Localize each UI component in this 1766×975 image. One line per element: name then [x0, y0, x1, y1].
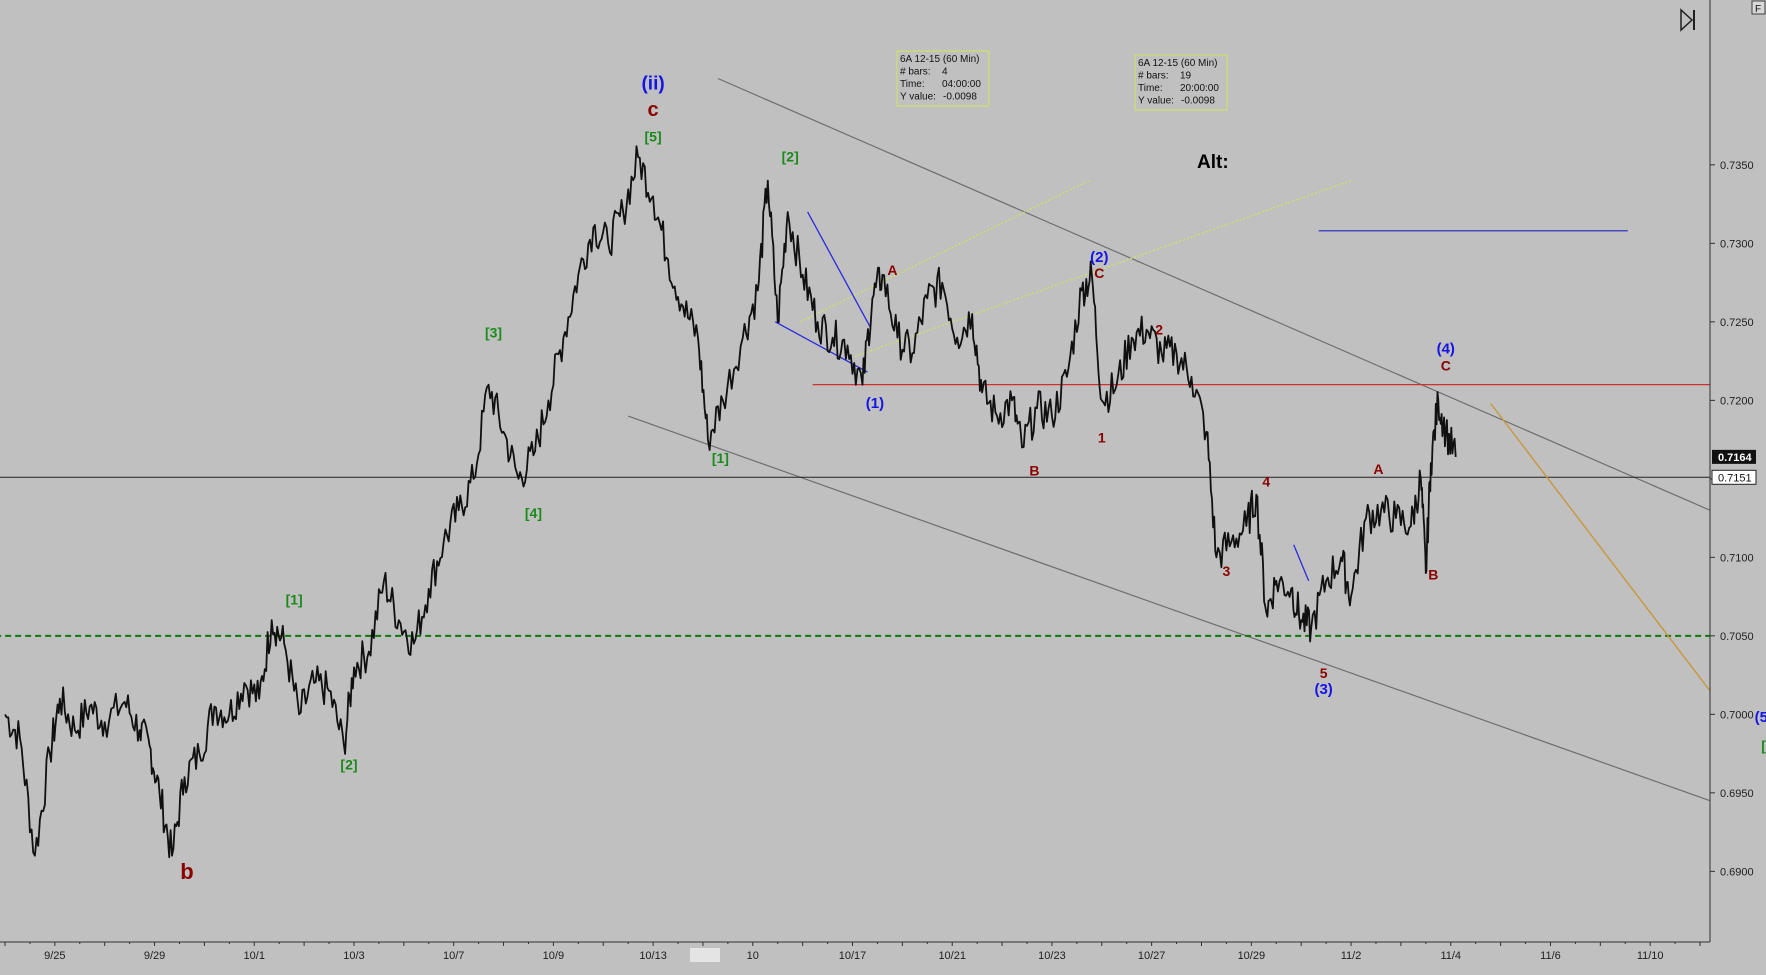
wave-label: (3)	[1314, 681, 1332, 698]
wave-label: [5]	[645, 128, 662, 144]
wave-label: [1]	[712, 450, 729, 466]
alt-label: Alt:	[1197, 152, 1229, 173]
wave-label: [2]	[340, 756, 357, 772]
info-box-value: 20:00:00	[1180, 83, 1219, 94]
price-chart[interactable]: (ii) c [5] [2] A (2) C 2 (1) 1 B [3] [1] [4] [1] [2] b 4 3…	[0, 0, 1766, 970]
wave-label: [3]	[1761, 737, 1766, 753]
time-axis-label: 10/17	[839, 950, 867, 962]
time-axis-label: 10/21	[938, 950, 966, 962]
info-box-label: # bars:	[1138, 71, 1169, 82]
time-axis-label: 10/9	[543, 950, 564, 962]
time-axis-label: 10/13	[639, 950, 667, 962]
wave-label: C	[1094, 265, 1104, 281]
info-box-label: 6A 12-15 (60 Min)	[1138, 58, 1218, 69]
price-axis-label: 0.7050	[1720, 631, 1754, 643]
wave-label: A	[887, 262, 897, 278]
info-box-value: 04:00:00	[942, 79, 981, 90]
wave-label: b	[180, 859, 193, 884]
wave-label: 4	[1262, 474, 1270, 490]
wave-label: A	[1373, 461, 1383, 477]
time-axis-label: 11/2	[1341, 950, 1362, 962]
info-box-value: 4	[942, 67, 948, 78]
time-axis-label: 10/3	[343, 950, 364, 962]
time-axis-label: 11/6	[1540, 950, 1561, 962]
wave-label: [1]	[286, 591, 303, 607]
wave-label: (4)	[1437, 340, 1455, 357]
crosshair-price-label: 0.7151	[1718, 472, 1752, 484]
corner-button-label: F	[1755, 4, 1761, 15]
wave-label: 1	[1098, 430, 1106, 446]
info-box-value: -0.0098	[1181, 96, 1215, 107]
info-box-label: Y value:	[900, 92, 936, 103]
wave-label: 2	[1155, 321, 1163, 337]
wave-label: 3	[1223, 563, 1231, 579]
time-axis-label: 11/10	[1637, 950, 1664, 962]
info-box-label: 6A 12-15 (60 Min)	[900, 54, 980, 65]
info-box-label: Y value:	[1138, 96, 1174, 107]
wave-label: C	[1441, 358, 1451, 374]
price-axis-label: 0.7100	[1720, 552, 1754, 564]
wave-label: [2]	[782, 149, 799, 165]
wave-label: (1)	[866, 395, 884, 412]
price-axis-label: 0.7350	[1720, 160, 1754, 172]
wave-label: [4]	[525, 505, 542, 521]
wave-label: (ii)	[641, 73, 664, 94]
wave-label: B	[1029, 463, 1039, 479]
price-axis-label: 0.7250	[1720, 317, 1754, 329]
price-axis-label: 0.6950	[1720, 788, 1754, 800]
price-axis-label: 0.7000	[1720, 709, 1754, 721]
time-axis-label: 10/29	[1238, 950, 1266, 962]
time-axis-label: 10/1	[244, 950, 265, 962]
time-axis-label: 9/25	[44, 950, 65, 962]
info-box-value: 19	[1180, 71, 1192, 82]
wave-label: c	[648, 99, 659, 121]
info-box-label: Time:	[1138, 83, 1163, 94]
info-box-label: # bars:	[900, 67, 931, 78]
wave-label: (2)	[1090, 249, 1108, 266]
time-axis-label: 11/4	[1440, 950, 1461, 962]
time-axis-label: 10/7	[443, 950, 464, 962]
wave-label: B	[1428, 566, 1438, 582]
wave-label: 5	[1320, 665, 1328, 681]
wave-label: [3]	[485, 325, 502, 341]
price-axis-label: 0.7300	[1720, 238, 1754, 250]
corner-button[interactable]: F	[1751, 0, 1766, 15]
time-axis-label: 10	[747, 950, 759, 962]
current-price-label: 0.7164	[1718, 452, 1753, 464]
wave-label: (5)	[1755, 709, 1766, 726]
time-axis-label: 9/29	[144, 950, 165, 962]
time-axis-label: 10/23	[1038, 950, 1066, 962]
chart-canvas[interactable]: (ii)c[5][2]A(2)C2(1)1B[3][1][4][1][2]b43…	[0, 0, 1766, 970]
info-box-label: Time:	[900, 79, 925, 90]
price-axis-label: 0.6900	[1720, 866, 1754, 878]
time-axis-scroll-tab	[690, 948, 720, 962]
price-axis-label: 0.7200	[1720, 395, 1754, 407]
time-axis-label: 10/27	[1138, 950, 1166, 962]
info-box-value: -0.0098	[943, 92, 977, 103]
